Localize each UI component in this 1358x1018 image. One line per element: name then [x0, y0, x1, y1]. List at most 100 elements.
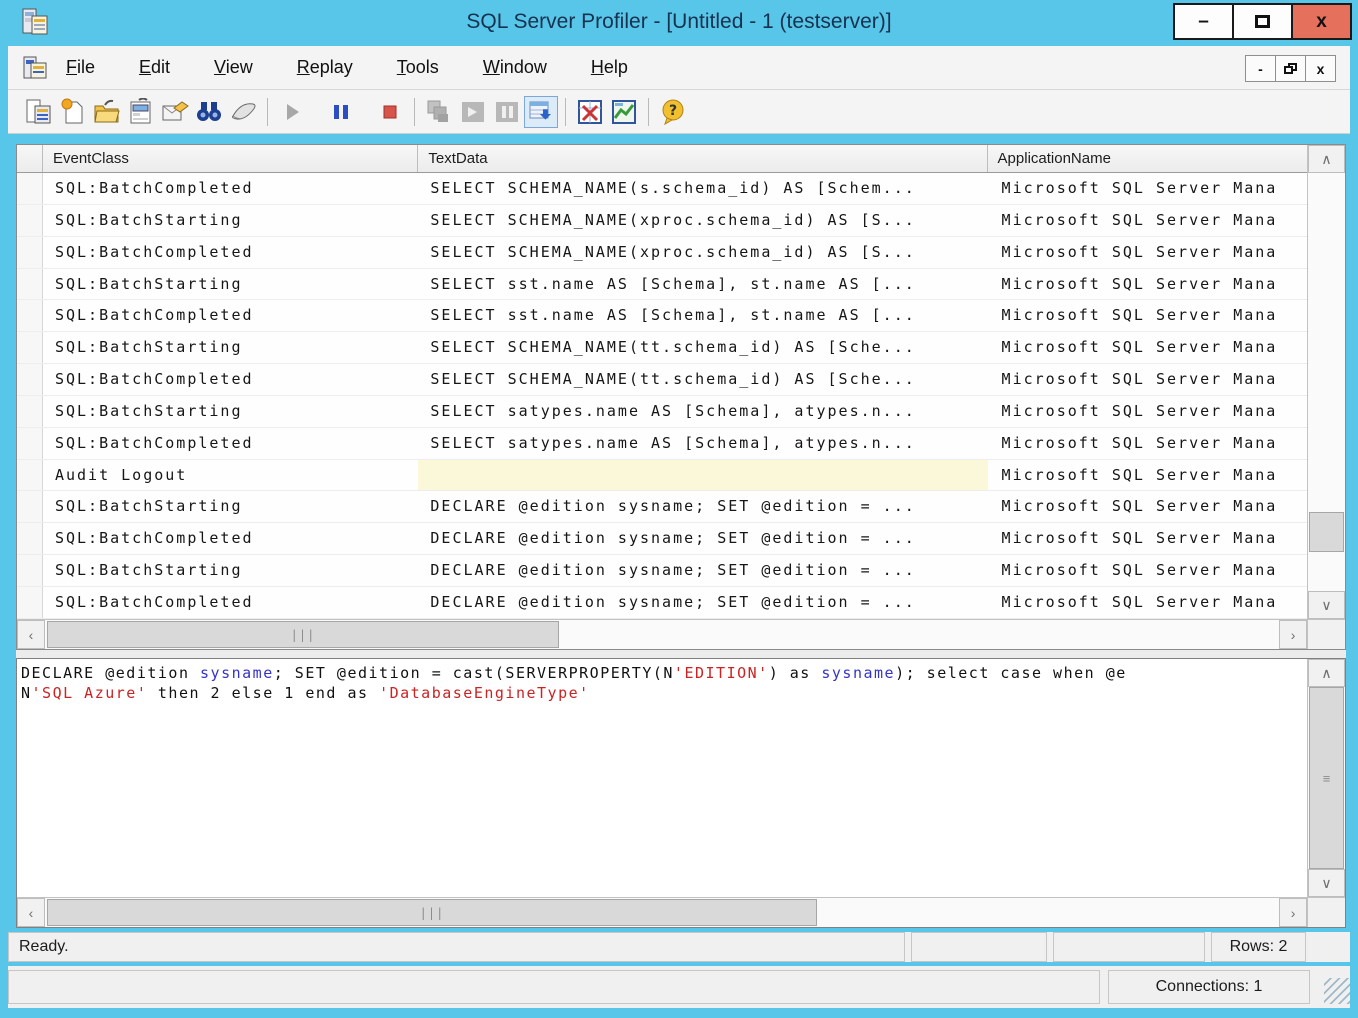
- text-vscroll-thumb[interactable]: ≡: [1309, 687, 1344, 869]
- close-button[interactable]: x: [1291, 3, 1352, 40]
- table-row[interactable]: SQL:BatchCompletedDECLARE @edition sysna…: [17, 523, 1307, 555]
- pause-trace-button[interactable]: [324, 96, 358, 128]
- application-name-cell: Microsoft SQL Server Mana: [988, 555, 1308, 586]
- replay-run-icon: [459, 98, 487, 126]
- text-data-cell: SELECT sst.name AS [Schema], st.name AS …: [418, 300, 987, 331]
- application-name-cell: Microsoft SQL Server Mana: [988, 428, 1308, 459]
- resize-grip[interactable]: [1324, 978, 1350, 1004]
- text-vertical-scrollbar[interactable]: ∧ ≡ ∨: [1307, 659, 1345, 897]
- row-selector[interactable]: [17, 332, 43, 363]
- grid-vscroll-track[interactable]: [1308, 173, 1345, 591]
- row-selector[interactable]: [17, 555, 43, 586]
- save-trace-button[interactable]: [124, 96, 158, 128]
- row-selector[interactable]: [17, 587, 43, 618]
- menu-replay[interactable]: Replay: [297, 57, 353, 78]
- column-header-eventclass[interactable]: EventClass: [43, 145, 418, 172]
- row-selector[interactable]: [17, 523, 43, 554]
- table-row[interactable]: SQL:BatchStartingSELECT SCHEMA_NAME(xpro…: [17, 205, 1307, 237]
- mdi-close-button[interactable]: x: [1305, 55, 1336, 82]
- table-row[interactable]: SQL:BatchCompletedDECLARE @edition sysna…: [17, 587, 1307, 619]
- toggle-results-button[interactable]: [573, 96, 607, 128]
- menu-edit[interactable]: Edit: [139, 57, 170, 78]
- table-row[interactable]: Audit LogoutMicrosoft SQL Server Mana: [17, 460, 1307, 492]
- row-selector[interactable]: [17, 491, 43, 522]
- menu-view[interactable]: View: [214, 57, 253, 78]
- scroll-down-icon[interactable]: ∨: [1308, 869, 1345, 897]
- maximize-button[interactable]: [1232, 3, 1293, 40]
- menu-tools[interactable]: Tools: [397, 57, 439, 78]
- replay-pause-button[interactable]: [490, 96, 524, 128]
- text-hscroll-track[interactable]: |||: [45, 898, 1279, 927]
- row-selector[interactable]: [17, 269, 43, 300]
- table-row[interactable]: SQL:BatchCompletedSELECT SCHEMA_NAME(tt.…: [17, 364, 1307, 396]
- table-row[interactable]: SQL:BatchStartingSELECT satypes.name AS …: [17, 396, 1307, 428]
- mdi-minimize-button[interactable]: -: [1245, 55, 1276, 82]
- mdi-restore-button[interactable]: [1275, 55, 1306, 82]
- mdi-child-icon: [22, 55, 48, 81]
- eraser-button[interactable]: [226, 96, 260, 128]
- start-trace-button[interactable]: [275, 96, 309, 128]
- scroll-up-icon[interactable]: ∧: [1308, 659, 1345, 687]
- column-header-textdata[interactable]: TextData: [418, 145, 987, 172]
- grid-vertical-scrollbar[interactable]: ∧ ∨: [1307, 145, 1345, 619]
- row-selector[interactable]: [17, 300, 43, 331]
- grid-vscroll-thumb[interactable]: [1309, 512, 1344, 552]
- scroll-up-icon[interactable]: ∧: [1308, 145, 1345, 173]
- status-message: Ready.: [8, 932, 905, 962]
- menu-window[interactable]: Window: [483, 57, 547, 78]
- replay-run-button[interactable]: [456, 96, 490, 128]
- open-folder-button[interactable]: [90, 96, 124, 128]
- row-selector[interactable]: [17, 173, 43, 204]
- toolbar: ?: [8, 90, 1350, 134]
- replay-pause-icon: [493, 98, 521, 126]
- table-row[interactable]: SQL:BatchStartingDECLARE @edition sysnam…: [17, 555, 1307, 587]
- mdi-close-icon: x: [1317, 61, 1325, 77]
- application-name-cell: Microsoft SQL Server Mana: [988, 205, 1308, 236]
- row-selector[interactable]: [17, 396, 43, 427]
- scroll-down-icon[interactable]: ∨: [1308, 591, 1345, 619]
- replay-pages-button[interactable]: [422, 96, 456, 128]
- pane-splitter[interactable]: [16, 650, 1346, 658]
- minimize-button[interactable]: –: [1173, 3, 1234, 40]
- row-selector[interactable]: [17, 428, 43, 459]
- menu-file[interactable]: File: [66, 57, 95, 78]
- row-selector[interactable]: [17, 237, 43, 268]
- scroll-left-icon[interactable]: ‹: [17, 620, 45, 649]
- menu-help[interactable]: Help: [591, 57, 628, 78]
- grid-hscroll-thumb[interactable]: |||: [47, 621, 559, 648]
- text-vscroll-track[interactable]: ≡: [1308, 687, 1345, 869]
- help-button[interactable]: ?: [656, 96, 690, 128]
- text-data-cell: [418, 460, 987, 491]
- scroll-right-icon[interactable]: ›: [1279, 898, 1307, 927]
- grid-hscroll-track[interactable]: |||: [45, 620, 1279, 649]
- chart-button[interactable]: [607, 96, 641, 128]
- table-row[interactable]: SQL:BatchStartingSELECT sst.name AS [Sch…: [17, 269, 1307, 301]
- table-row[interactable]: SQL:BatchStartingSELECT SCHEMA_NAME(tt.s…: [17, 332, 1307, 364]
- column-header-applicationname[interactable]: ApplicationName: [988, 145, 1308, 172]
- autoscroll-button[interactable]: [524, 96, 558, 128]
- scroll-right-icon[interactable]: ›: [1279, 620, 1307, 649]
- grid-horizontal-scrollbar[interactable]: ‹ ||| ›: [17, 619, 1307, 649]
- event-class-cell: SQL:BatchCompleted: [43, 364, 418, 395]
- new-trace-button[interactable]: [22, 96, 56, 128]
- table-row[interactable]: SQL:BatchStartingDECLARE @edition sysnam…: [17, 491, 1307, 523]
- table-row[interactable]: SQL:BatchCompletedSELECT sst.name AS [Sc…: [17, 300, 1307, 332]
- row-selector[interactable]: [17, 205, 43, 236]
- title-bar[interactable]: SQL Server Profiler - [Untitled - 1 (tes…: [0, 0, 1358, 44]
- properties-button[interactable]: [158, 96, 192, 128]
- scroll-left-icon[interactable]: ‹: [17, 898, 45, 927]
- sql-text[interactable]: DECLARE @edition sysname; SET @edition =…: [17, 659, 1307, 897]
- find-button[interactable]: [192, 96, 226, 128]
- text-hscroll-thumb[interactable]: |||: [47, 899, 817, 926]
- row-selector[interactable]: [17, 460, 43, 491]
- stop-trace-button[interactable]: [373, 96, 407, 128]
- mdi-restore-icon: [1284, 63, 1297, 74]
- event-class-cell: SQL:BatchCompleted: [43, 523, 418, 554]
- table-row[interactable]: SQL:BatchCompletedSELECT SCHEMA_NAME(xpr…: [17, 237, 1307, 269]
- table-row[interactable]: SQL:BatchCompletedSELECT satypes.name AS…: [17, 428, 1307, 460]
- application-name-cell: Microsoft SQL Server Mana: [988, 269, 1308, 300]
- table-row[interactable]: SQL:BatchCompletedSELECT SCHEMA_NAME(s.s…: [17, 173, 1307, 205]
- row-selector[interactable]: [17, 364, 43, 395]
- text-horizontal-scrollbar[interactable]: ‹ ||| ›: [17, 897, 1307, 927]
- new-file-button[interactable]: [56, 96, 90, 128]
